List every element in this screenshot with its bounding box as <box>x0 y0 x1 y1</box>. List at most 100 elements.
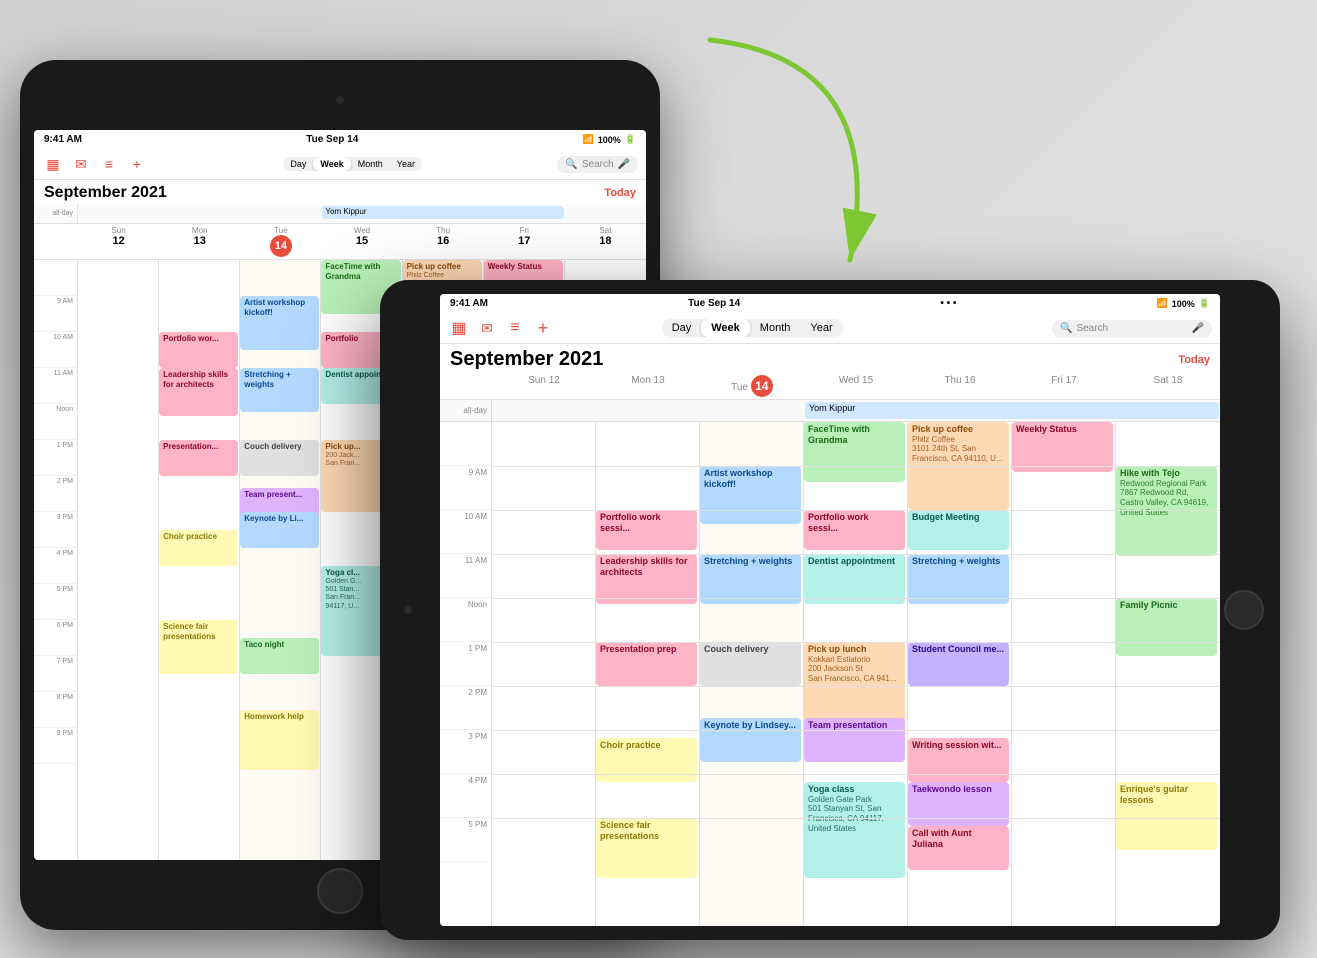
front-mic-icon: 🎤 <box>1192 323 1204 334</box>
front-sun: Sun 12 <box>492 373 596 399</box>
front-artist-workshop[interactable]: Artist workshop kickoff! <box>700 466 801 524</box>
front-col-fri <box>1012 422 1116 926</box>
front-week-btn[interactable]: Week <box>701 319 750 337</box>
front-calendar: 9:41 AM Tue Sep 14 • • • 📶 100% 🔋 ▦ ✉ ≡ … <box>440 294 1220 926</box>
back-month-header: September 2021 Today <box>34 180 646 204</box>
front-stretching-thu[interactable]: Stretching + weights <box>908 554 1009 604</box>
back-week-btn[interactable]: Week <box>313 157 350 171</box>
front-taekwondo[interactable]: Taekwondo lesson <box>908 782 1009 826</box>
front-stretching-tue[interactable]: Stretching + weights <box>700 554 801 604</box>
back-camera <box>336 96 344 104</box>
back-grid-icon[interactable]: ▦ <box>42 153 64 175</box>
front-today-num: 14 <box>751 375 773 397</box>
battery-text: 100% <box>598 135 621 145</box>
front-leadership[interactable]: Leadership skills for architects <box>596 554 697 604</box>
wifi-icon: 📶 <box>583 134 594 145</box>
front-time: 9:41 AM <box>450 298 488 309</box>
back-science-fair[interactable]: Science fair presentations <box>159 620 238 674</box>
front-yoga[interactable]: Yoga class Golden Gate Park501 Stanyan S… <box>804 782 905 878</box>
back-homework[interactable]: Homework help <box>240 710 319 770</box>
front-mon: Mon 13 <box>596 373 700 399</box>
front-wed: Wed 15 <box>804 373 908 399</box>
front-year-btn[interactable]: Year <box>800 319 842 337</box>
front-presentation-prep[interactable]: Presentation prep <box>596 642 697 686</box>
front-tue: Tue 14 <box>700 373 804 399</box>
front-month-btn[interactable]: Month <box>750 319 801 337</box>
back-inbox-icon[interactable]: ✉ <box>70 153 92 175</box>
back-search-box[interactable]: 🔍 Search 🎤 <box>557 156 638 173</box>
front-couch[interactable]: Couch delivery <box>700 642 801 686</box>
front-keynote[interactable]: Keynote by Lindsey... <box>700 718 801 762</box>
front-science-fair[interactable]: Science fair presentations <box>596 818 697 878</box>
front-screen: 9:41 AM Tue Sep 14 • • • 📶 100% 🔋 ▦ ✉ ≡ … <box>440 294 1220 926</box>
front-dentist[interactable]: Dentist appointment <box>804 554 905 604</box>
back-taco[interactable]: Taco night <box>240 638 319 674</box>
front-facetime[interactable]: FaceTime with Grandma <box>804 422 905 482</box>
front-list-icon[interactable]: ≡ <box>504 317 526 339</box>
back-mon: Mon13 <box>159 224 240 259</box>
back-toolbar: ▦ ✉ ≡ + Day Week Month Year 🔍 Search 🎤 <box>34 149 646 180</box>
back-presentation[interactable]: Presentation... <box>159 440 238 476</box>
front-weekly-status[interactable]: Weekly Status <box>1012 422 1113 472</box>
front-camera <box>404 606 412 614</box>
back-couch[interactable]: Couch delivery <box>240 440 319 476</box>
front-budget[interactable]: Budget Meeting <box>908 510 1009 550</box>
back-month-btn[interactable]: Month <box>351 157 390 171</box>
front-today-btn[interactable]: Today <box>1178 354 1210 366</box>
front-search-text: Search <box>1076 323 1108 334</box>
front-family-picnic[interactable]: Family Picnic <box>1116 598 1217 656</box>
front-battery-icon: 🔋 <box>1199 298 1210 309</box>
front-student-council[interactable]: Student Council me... <box>908 642 1009 686</box>
front-days-area: FaceTime with Grandma Pick up coffee Phi… <box>492 422 1220 926</box>
back-list-icon[interactable]: ≡ <box>98 153 120 175</box>
front-inbox-icon[interactable]: ✉ <box>476 317 498 339</box>
front-portfolio-mon[interactable]: Portfolio work sessi... <box>596 510 697 550</box>
back-add-icon[interactable]: + <box>126 153 148 175</box>
back-year-btn[interactable]: Year <box>390 157 422 171</box>
back-day-headers: Sun12 Mon13 Tue14 Wed15 Thu16 Fri17 Sat1… <box>34 224 646 260</box>
front-writing[interactable]: Writing session wit... <box>908 738 1009 782</box>
back-portfolio-mon[interactable]: Portfolio wor... <box>159 332 238 368</box>
front-month-header: September 2021 Today <box>440 344 1220 373</box>
front-choir[interactable]: Choir practice <box>596 738 697 782</box>
back-choir[interactable]: Choir practice <box>159 530 238 566</box>
back-day-btn[interactable]: Day <box>283 157 313 171</box>
front-grid-icon[interactable]: ▦ <box>448 317 470 339</box>
back-keynote[interactable]: Keynote by Li... <box>240 512 319 548</box>
back-leadership[interactable]: Leadership skills for architects <box>159 368 238 416</box>
back-tue: Tue14 <box>240 224 321 259</box>
front-aunt-juliana[interactable]: Call with Aunt Juliana <box>908 826 1009 870</box>
back-allday-label: all-day <box>34 204 78 223</box>
back-stretching-mon[interactable]: Stretching + weights <box>240 368 319 412</box>
back-time-col: 9 AM 10 AM 11 AM Noon 1 PM 2 PM 3 PM 4 P… <box>34 260 78 860</box>
back-thu: Thu16 <box>403 224 484 259</box>
front-pickup-coffee[interactable]: Pick up coffee Philz Coffee3101 24th St,… <box>908 422 1009 510</box>
front-allday-label: all-day <box>440 400 492 421</box>
back-col-sun <box>78 260 159 860</box>
back-artist-workshop[interactable]: Artist workshop kickoff! <box>240 296 319 350</box>
front-pickup-lunch[interactable]: Pick up lunch Kokkari Estiatorio200 Jack… <box>804 642 905 722</box>
back-status-icons: 📶 100% 🔋 <box>583 134 636 145</box>
back-month-title: September 2021 <box>44 184 167 202</box>
front-view-segment: Day Week Month Year <box>662 319 843 337</box>
back-mic-icon: 🎤 <box>618 159 630 170</box>
front-team-presentation[interactable]: Team presentation <box>804 718 905 762</box>
back-home-button[interactable] <box>317 868 363 914</box>
back-today-num: 14 <box>270 235 292 257</box>
back-search-icon: 🔍 <box>565 159 577 170</box>
front-day-btn[interactable]: Day <box>662 319 702 337</box>
back-today-btn[interactable]: Today <box>604 187 636 199</box>
front-hike[interactable]: Hike with Tejo Redwood Regional Park7867… <box>1116 466 1217 556</box>
front-home-button[interactable] <box>1224 590 1264 630</box>
front-battery-text: 100% <box>1172 299 1195 309</box>
front-guitar[interactable]: Enrique's guitar lessons <box>1116 782 1217 850</box>
back-time: 9:41 AM <box>44 134 82 145</box>
back-view-segment: Day Week Month Year <box>283 157 422 171</box>
front-fri: Fri 17 <box>1012 373 1116 399</box>
front-sat: Sat 18 <box>1116 373 1220 399</box>
front-search-box[interactable]: 🔍 Search 🎤 <box>1052 320 1212 337</box>
front-add-icon[interactable]: + <box>532 317 554 339</box>
front-wifi-icon: 📶 <box>1157 298 1168 309</box>
front-search-icon: 🔍 <box>1060 323 1072 334</box>
front-portfolio-wed[interactable]: Portfolio work sessi... <box>804 510 905 550</box>
